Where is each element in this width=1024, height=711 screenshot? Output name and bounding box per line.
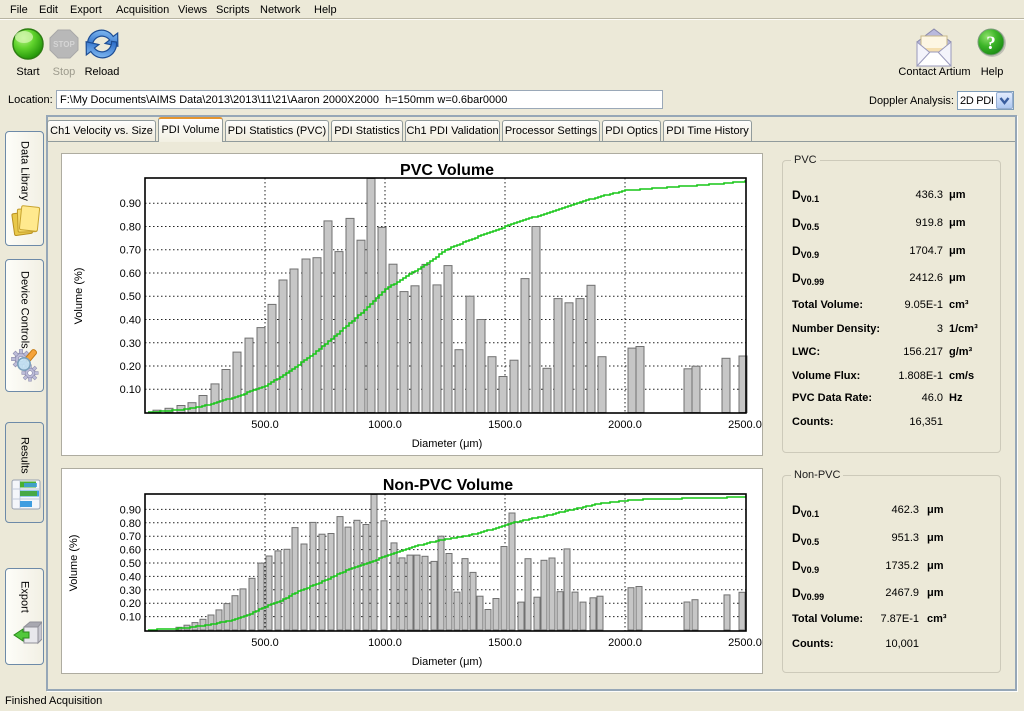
svg-text:0.70: 0.70	[120, 531, 141, 543]
svg-text:0.20: 0.20	[120, 361, 141, 373]
svg-text:0.50: 0.50	[120, 558, 141, 570]
svg-text:500.0: 500.0	[251, 637, 279, 649]
svg-text:0.30: 0.30	[120, 585, 141, 597]
svg-text:500.0: 500.0	[251, 419, 279, 431]
svg-text:0.30: 0.30	[120, 338, 141, 350]
svg-text:0.40: 0.40	[120, 571, 141, 583]
svg-text:Diameter (μm): Diameter (μm)	[412, 438, 483, 450]
svg-text:Non-PVC Volume: Non-PVC Volume	[383, 477, 513, 494]
svg-text:PVC Volume: PVC Volume	[400, 162, 494, 179]
svg-text:0.50: 0.50	[120, 291, 141, 303]
svg-text:0.80: 0.80	[120, 518, 141, 530]
svg-text:0.10: 0.10	[120, 612, 141, 624]
svg-text:0.40: 0.40	[120, 315, 141, 327]
svg-text:0.90: 0.90	[120, 198, 141, 210]
svg-text:1000.0: 1000.0	[368, 419, 402, 431]
svg-text:0.10: 0.10	[120, 384, 141, 396]
svg-text:0.80: 0.80	[120, 222, 141, 234]
svg-text:Volume (%): Volume (%)	[68, 535, 80, 592]
svg-text:2000.0: 2000.0	[608, 637, 642, 649]
svg-text:0.60: 0.60	[120, 545, 141, 557]
svg-text:1000.0: 1000.0	[368, 637, 402, 649]
svg-text:Diameter (μm): Diameter (μm)	[412, 656, 483, 668]
svg-text:0.20: 0.20	[120, 598, 141, 610]
svg-text:1500.0: 1500.0	[488, 637, 522, 649]
svg-text:Volume (%): Volume (%)	[73, 268, 85, 325]
svg-text:0.60: 0.60	[120, 268, 141, 280]
svg-text:2500.0: 2500.0	[728, 419, 762, 431]
svg-text:2500.0: 2500.0	[728, 637, 762, 649]
svg-text:2000.0: 2000.0	[608, 419, 642, 431]
svg-text:0.90: 0.90	[120, 504, 141, 516]
svg-text:0.70: 0.70	[120, 245, 141, 257]
svg-text:1500.0: 1500.0	[488, 419, 522, 431]
